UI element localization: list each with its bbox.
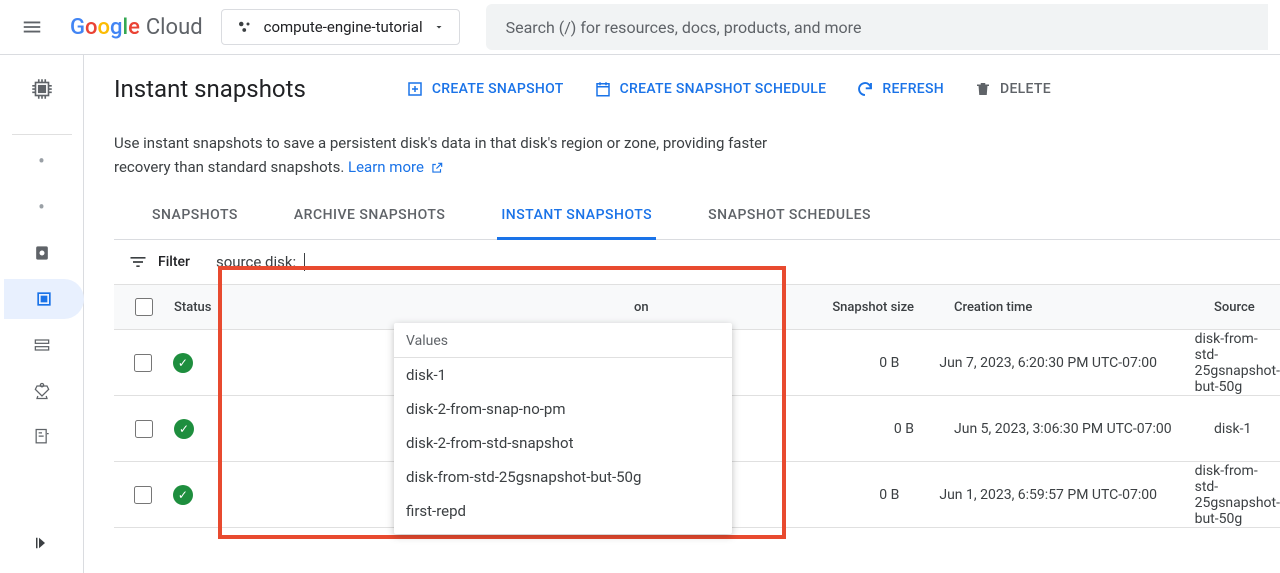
header-creation-time: Creation time	[954, 300, 1214, 315]
header-status: Status	[174, 300, 284, 315]
row-size: 0 B	[742, 355, 939, 371]
row-source: disk-from-std-25gsnapshot-but-50g	[1195, 331, 1280, 395]
row-creation-time: Jun 7, 2023, 6:20:30 PM UTC-07:00	[939, 355, 1194, 371]
row-creation-time: Jun 5, 2023, 3:06:30 PM UTC-07:00	[954, 421, 1214, 437]
header-size: Snapshot size	[754, 300, 954, 315]
row-source: disk-from-std-25gsnapshot-but-50g	[1195, 463, 1280, 527]
tab-archive-snapshots[interactable]: ARCHIVE SNAPSHOTS	[290, 207, 449, 239]
row-checkbox[interactable]	[134, 486, 152, 504]
row-creation-time: Jun 1, 2023, 6:59:57 PM UTC-07:00	[939, 487, 1194, 503]
hamburger-menu[interactable]	[12, 7, 52, 47]
row-checkbox[interactable]	[135, 420, 153, 438]
dropdown-option[interactable]: disk-1	[394, 358, 732, 392]
rail-item-snapshots[interactable]	[4, 279, 84, 319]
filter-values-dropdown: Values disk-1disk-2-from-snap-no-pmdisk-…	[394, 323, 732, 534]
project-icon	[236, 18, 254, 36]
row-source: disk-1	[1214, 421, 1280, 437]
filter-icon	[128, 252, 148, 272]
learn-more-link[interactable]: Learn more	[348, 158, 444, 176]
search-placeholder: Search (/) for resources, docs, products…	[506, 18, 862, 37]
select-all-checkbox[interactable]	[135, 298, 153, 316]
status-ok-icon: ✓	[173, 485, 193, 505]
chevron-down-icon	[433, 21, 445, 33]
rail-item-3[interactable]	[18, 233, 66, 273]
rail-compute-icon[interactable]	[18, 69, 66, 109]
status-ok-icon: ✓	[173, 353, 193, 373]
refresh-icon	[856, 80, 874, 98]
create-snapshot-button[interactable]: CREATE SNAPSHOT	[406, 80, 564, 98]
rail-collapse-button[interactable]	[18, 523, 66, 563]
add-box-icon	[406, 80, 424, 98]
filter-text: source disk:	[216, 253, 296, 271]
rail-item-7[interactable]	[18, 417, 66, 457]
page-title: Instant snapshots	[114, 75, 306, 103]
row-size: 0 B	[742, 487, 939, 503]
page-header: Instant snapshots CREATE SNAPSHOT CREATE…	[114, 75, 1280, 103]
page-description: Use instant snapshots to save a persiste…	[114, 131, 774, 179]
logo-cloud-text: Cloud	[146, 15, 203, 40]
external-link-icon	[430, 161, 444, 175]
tab-instant-snapshots[interactable]: INSTANT SNAPSHOTS	[497, 207, 656, 240]
project-picker[interactable]: compute-engine-tutorial	[221, 9, 460, 45]
side-rail: • •	[0, 55, 84, 573]
rail-item-5[interactable]	[18, 325, 66, 365]
filter-bar[interactable]: Filter source disk:	[114, 240, 1280, 284]
refresh-button[interactable]: REFRESH	[856, 80, 944, 98]
text-cursor	[304, 253, 305, 271]
project-name: compute-engine-tutorial	[264, 18, 423, 36]
rail-item-2[interactable]: •	[18, 187, 66, 227]
search-bar[interactable]: Search (/) for resources, docs, products…	[486, 4, 1268, 50]
header-source: Source	[1214, 300, 1280, 315]
menu-icon	[21, 16, 43, 38]
tab-snapshots[interactable]: SNAPSHOTS	[148, 207, 242, 239]
trash-icon	[974, 80, 992, 98]
row-size: 0 B	[754, 421, 954, 437]
rail-item-6[interactable]	[18, 371, 66, 411]
status-ok-icon: ✓	[174, 419, 194, 439]
calendar-icon	[594, 80, 612, 98]
google-cloud-logo[interactable]: Google Cloud	[70, 15, 203, 40]
delete-button[interactable]: DELETE	[974, 80, 1051, 98]
rail-item-1[interactable]: •	[18, 141, 66, 181]
dropdown-option[interactable]: disk-from-std-25gsnapshot-but-50g	[394, 460, 732, 494]
create-schedule-button[interactable]: CREATE SNAPSHOT SCHEDULE	[594, 80, 827, 98]
tabs: SNAPSHOTS ARCHIVE SNAPSHOTS INSTANT SNAP…	[114, 207, 1280, 240]
header-location-suffix: on	[634, 300, 754, 315]
dropdown-option[interactable]: disk-2-from-std-snapshot	[394, 426, 732, 460]
dropdown-header: Values	[394, 323, 732, 358]
dropdown-option[interactable]: first-repd	[394, 494, 732, 528]
tab-snapshot-schedules[interactable]: SNAPSHOT SCHEDULES	[704, 207, 875, 239]
dropdown-option[interactable]: disk-2-from-snap-no-pm	[394, 392, 732, 426]
top-bar: Google Cloud compute-engine-tutorial Sea…	[0, 0, 1280, 55]
main-content: Instant snapshots CREATE SNAPSHOT CREATE…	[84, 55, 1280, 573]
row-checkbox[interactable]	[134, 354, 152, 372]
filter-label: Filter	[158, 254, 190, 270]
